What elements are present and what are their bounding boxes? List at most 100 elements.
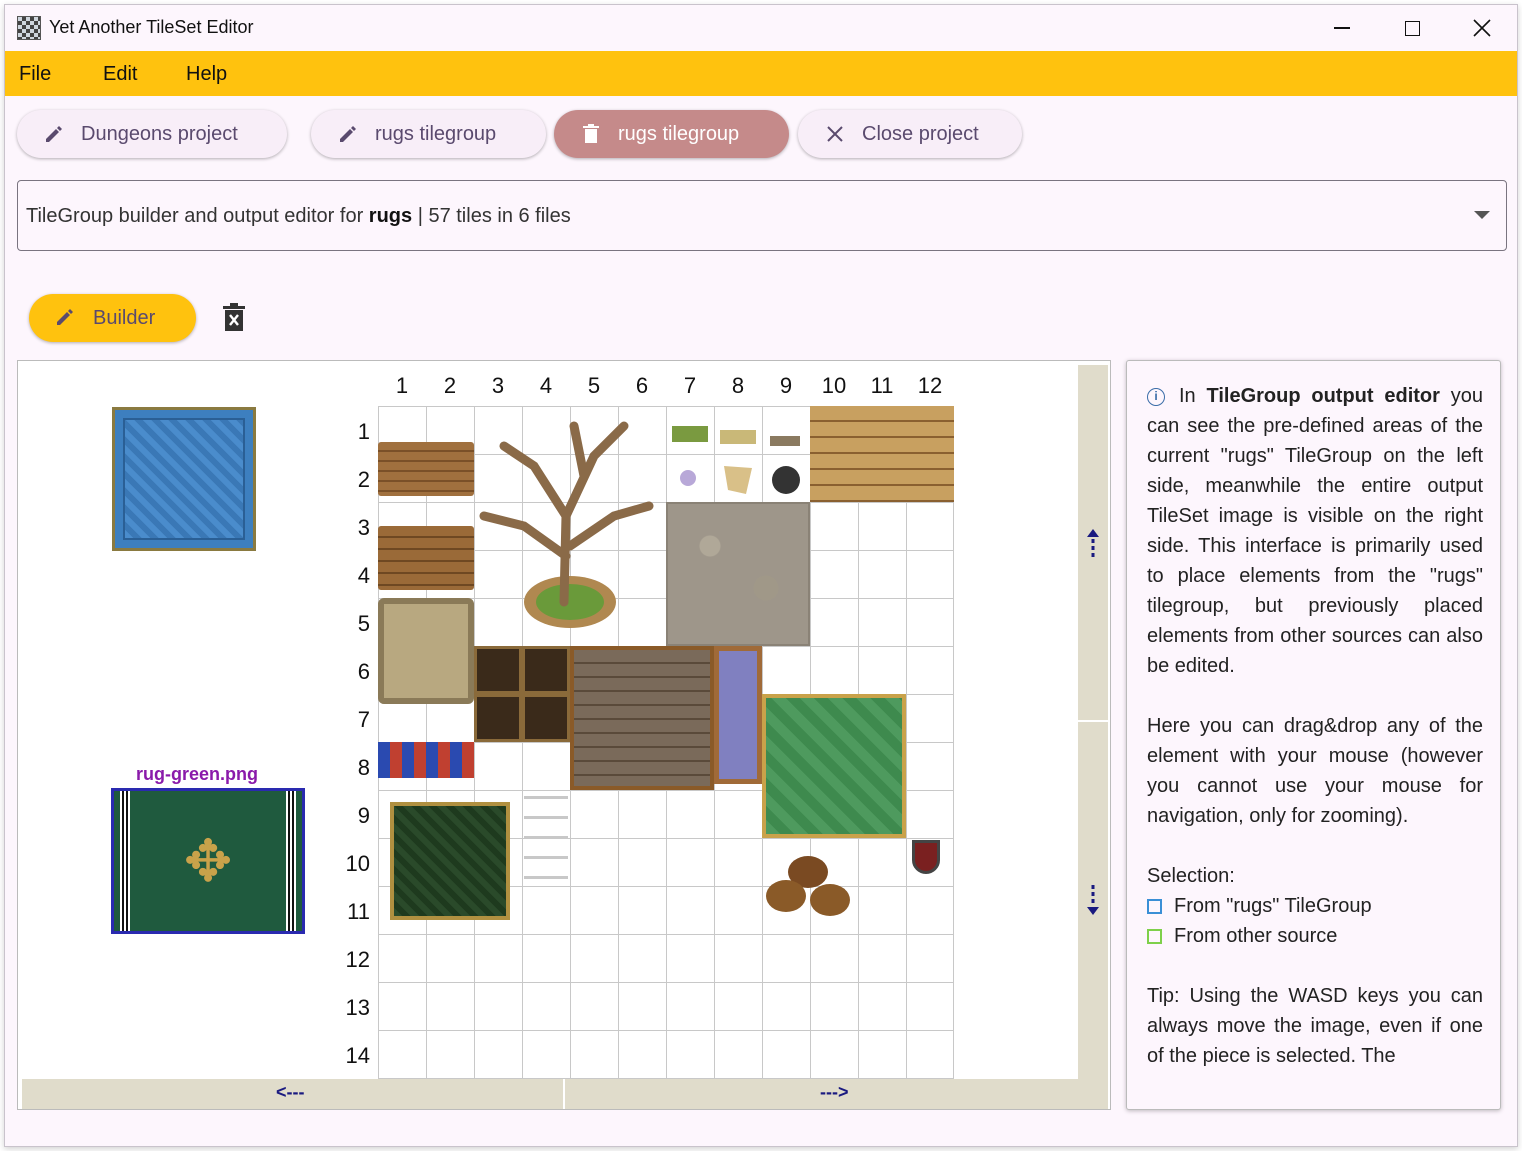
bench-tile[interactable]	[378, 442, 474, 496]
row-label: 9	[357, 803, 370, 828]
info-tip: Tip: Using the WASD keys you can always …	[1147, 985, 1483, 1067]
row-label: 3	[357, 515, 370, 540]
rugs-tilegroup-delete-chip[interactable]: rugs tilegroup	[554, 110, 789, 158]
sign-tile[interactable]	[522, 646, 570, 694]
row-label: 8	[357, 755, 370, 780]
scroll-right-arrow[interactable]: --->	[820, 1082, 849, 1103]
table-tile[interactable]	[378, 526, 474, 590]
builder-label: Builder	[93, 306, 156, 329]
builder-button[interactable]: Builder	[29, 294, 196, 342]
close-window-button[interactable]	[1447, 5, 1517, 51]
col-label: 6	[635, 373, 649, 398]
banners-tile[interactable]	[378, 742, 474, 778]
rug-green-placed-tile[interactable]	[762, 694, 906, 838]
delete-button[interactable]	[221, 303, 247, 333]
menu-edit[interactable]: Edit	[103, 63, 137, 86]
info-panel: i In TileGroup output editor you can see …	[1126, 360, 1501, 1110]
legend-square-icon	[1147, 898, 1162, 914]
brick-wall-tile[interactable]	[810, 406, 954, 502]
weapons-tile[interactable]	[524, 796, 568, 880]
maximize-icon	[1404, 20, 1420, 36]
tilegroup-dropdown[interactable]: TileGroup builder and output editor for …	[17, 180, 1507, 251]
title-bar: Yet Another TileSet Editor	[5, 5, 1517, 51]
dungeons-project-chip[interactable]: Dungeons project	[17, 110, 287, 158]
sign-tile[interactable]	[474, 646, 522, 694]
row-label: 4	[357, 563, 370, 588]
rug-green-area[interactable]: ✥	[111, 788, 305, 934]
trash-x-icon	[223, 303, 245, 331]
rug-blue-area[interactable]	[112, 407, 256, 551]
sign-tile[interactable]	[474, 694, 522, 742]
info-text: i In TileGroup output editor you can see …	[1147, 381, 1483, 1101]
sign-tile[interactable]	[522, 694, 570, 742]
selected-file-label: rug-green.png	[136, 764, 258, 784]
vertical-scrollbar[interactable]	[1078, 365, 1108, 1079]
app-title: Yet Another TileSet Editor	[49, 17, 254, 37]
pencil-icon	[337, 123, 359, 145]
items-tile[interactable]	[666, 406, 810, 502]
col-label: 5	[587, 373, 601, 398]
tower-tile[interactable]	[378, 598, 474, 704]
barrels-tile[interactable]	[762, 852, 858, 918]
maximize-button[interactable]	[1377, 5, 1447, 51]
close-icon	[824, 123, 846, 145]
row-label: 12	[345, 947, 370, 972]
scroll-divider	[1078, 720, 1108, 722]
chip-label: rugs tilegroup	[618, 122, 740, 145]
shield-tile[interactable]	[912, 840, 940, 874]
col-label: 10	[821, 373, 847, 398]
col-label: 7	[683, 373, 697, 398]
minimize-button[interactable]	[1307, 5, 1377, 51]
chip-label: Close project	[862, 122, 979, 145]
tile-grid[interactable]	[378, 406, 954, 1086]
stairs-tile[interactable]	[570, 646, 714, 790]
col-label: 11	[870, 373, 894, 398]
col-label: 12	[917, 373, 943, 398]
row-label: 6	[357, 659, 370, 684]
scroll-divider	[563, 1079, 565, 1109]
info-drag: Here you can drag&drop any of the elemen…	[1147, 715, 1483, 827]
tileset-canvas[interactable]: rug-green.png ✥ 1 2 3 4 5 6 7 8 9 10 11 …	[17, 360, 1111, 1110]
selection-section: Selection: From "rugs" TileGroup From ot…	[1147, 861, 1483, 951]
scroll-down-icon[interactable]	[1085, 883, 1101, 917]
row-label: 2	[357, 467, 370, 492]
row-label: 7	[357, 707, 370, 732]
menu-bar: File Edit Help	[5, 51, 1517, 96]
col-label: 9	[779, 373, 793, 398]
info-icon: i	[1147, 387, 1165, 406]
horizontal-scrollbar[interactable]: <--- --->	[22, 1079, 1108, 1109]
row-label: 13	[345, 995, 370, 1020]
pencil-icon	[55, 307, 77, 329]
cobblestone-tile[interactable]	[666, 502, 810, 646]
row-label: 10	[345, 851, 370, 876]
close-project-chip[interactable]: Close project	[798, 110, 1022, 158]
menu-file[interactable]: File	[19, 63, 51, 86]
trash-icon	[580, 123, 602, 145]
col-label: 1	[395, 373, 409, 398]
dropdown-arrow-icon	[1474, 211, 1490, 219]
row-label: 5	[357, 611, 370, 636]
bed-tile[interactable]	[714, 646, 762, 784]
pencil-icon	[43, 123, 65, 145]
col-label: 2	[443, 373, 457, 398]
info-intro: i In TileGroup output editor you can see …	[1147, 385, 1483, 677]
dropdown-value: TileGroup builder and output editor for …	[26, 205, 571, 227]
col-label: 3	[491, 373, 505, 398]
rugs-tilegroup-edit-chip[interactable]: rugs tilegroup	[311, 110, 546, 158]
col-label: 8	[731, 373, 745, 398]
rug-dark-tile[interactable]	[390, 802, 510, 920]
row-label: 14	[345, 1043, 370, 1068]
row-label: 1	[357, 419, 370, 444]
tree-tile[interactable]	[474, 406, 666, 634]
chip-label: rugs tilegroup	[375, 122, 497, 145]
legend-square-icon	[1147, 928, 1162, 944]
menu-help[interactable]: Help	[186, 63, 227, 86]
close-icon	[1473, 19, 1491, 37]
chip-label: Dungeons project	[81, 122, 238, 145]
scroll-left-arrow[interactable]: <---	[276, 1082, 305, 1103]
scroll-up-icon[interactable]	[1085, 527, 1101, 561]
selection-title: Selection:	[1147, 865, 1235, 887]
row-label: 11	[347, 899, 370, 924]
legend-group: From "rugs" TileGroup	[1147, 891, 1483, 921]
col-label: 4	[539, 373, 553, 398]
